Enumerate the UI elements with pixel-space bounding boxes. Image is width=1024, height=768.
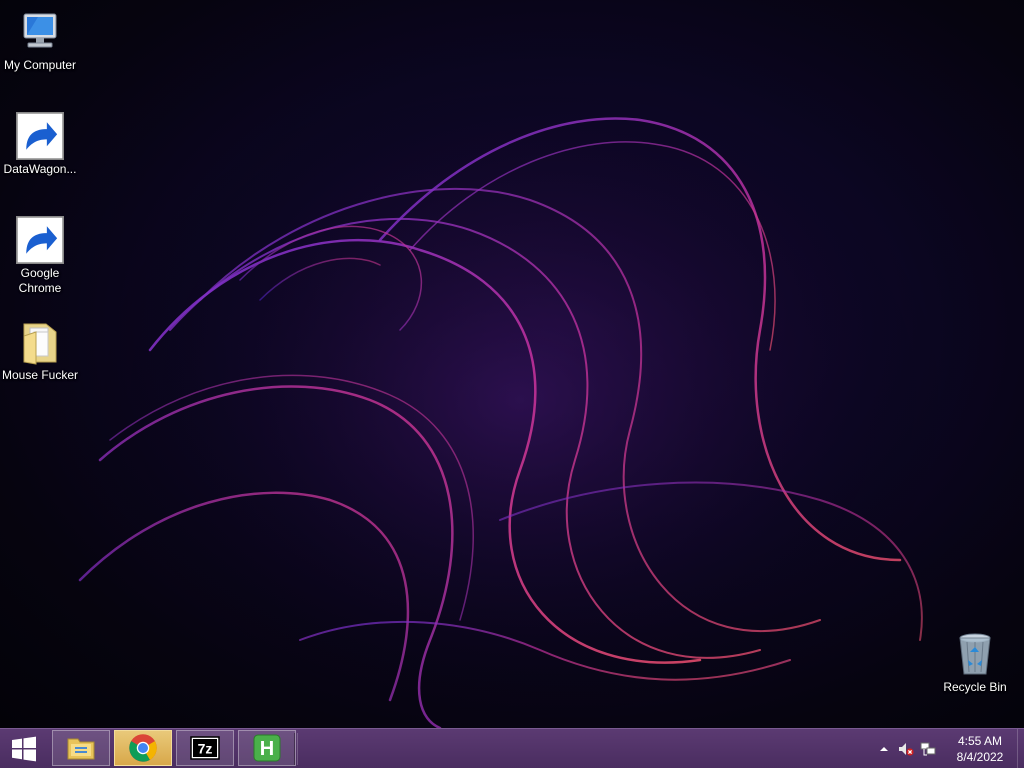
start-button[interactable]	[0, 729, 48, 768]
7zip-icon: 7z	[190, 736, 220, 760]
clock-time: 4:55 AM	[957, 734, 1003, 748]
computer-icon	[16, 8, 64, 56]
desktop-icon-datawagon[interactable]: DataWagon...	[0, 112, 80, 177]
desktop-icon-label: My Computer	[3, 58, 77, 72]
recycle-bin-icon	[951, 630, 999, 678]
clock[interactable]: 4:55 AM 8/4/2022	[950, 733, 1010, 765]
desktop-icon-label: Google Chrome	[18, 266, 62, 295]
network-icon[interactable]	[920, 741, 936, 757]
shortcut-arrow-icon	[16, 112, 64, 160]
taskbar-file-explorer[interactable]	[52, 730, 110, 766]
show-desktop-button[interactable]	[1017, 729, 1024, 768]
datawagon-icon	[16, 112, 64, 160]
file-explorer-icon	[67, 738, 95, 760]
desktop-icon-label: Recycle Bin	[943, 680, 1007, 694]
taskbar: 7z H 4:55 AM 8/4/2022	[0, 728, 1024, 768]
show-hidden-icons-chevron-icon[interactable]	[876, 741, 892, 757]
shortcut-arrow-icon	[16, 216, 64, 264]
chrome-icon	[129, 734, 157, 762]
wallpaper-swirl	[78, 70, 950, 728]
taskbar-7zip[interactable]: 7z	[176, 730, 234, 766]
desktop-icon-label: DataWagon...	[3, 162, 77, 176]
h-app-icon: H	[253, 734, 281, 762]
desktop-icon-google-chrome[interactable]: Google Chrome	[0, 216, 80, 296]
clock-date: 8/4/2022	[956, 750, 1004, 764]
taskbar-h-app[interactable]: H	[238, 730, 296, 766]
h-app-icon-label: H	[260, 738, 274, 760]
folder-icon	[16, 318, 64, 366]
7zip-icon-label: 7z	[198, 741, 213, 757]
desktop-icon-label: Mouse Fucker	[1, 368, 79, 382]
taskbar-google-chrome[interactable]	[114, 730, 172, 766]
chrome-icon	[16, 216, 64, 264]
desktop-icon-my-computer[interactable]: My Computer	[0, 8, 80, 73]
desktop-icon-recycle-bin[interactable]: Recycle Bin	[935, 630, 1015, 695]
taskbar-divider	[294, 733, 298, 765]
desktop-icon-mouse-fucker[interactable]: Mouse Fucker	[0, 318, 80, 383]
desktop[interactable]: My Computer DataWagon... Google Chrome M…	[0, 0, 1024, 728]
system-tray: 4:55 AM 8/4/2022	[864, 729, 1024, 768]
windows-logo-icon	[12, 736, 36, 761]
speaker-muted-icon[interactable]	[898, 741, 914, 757]
